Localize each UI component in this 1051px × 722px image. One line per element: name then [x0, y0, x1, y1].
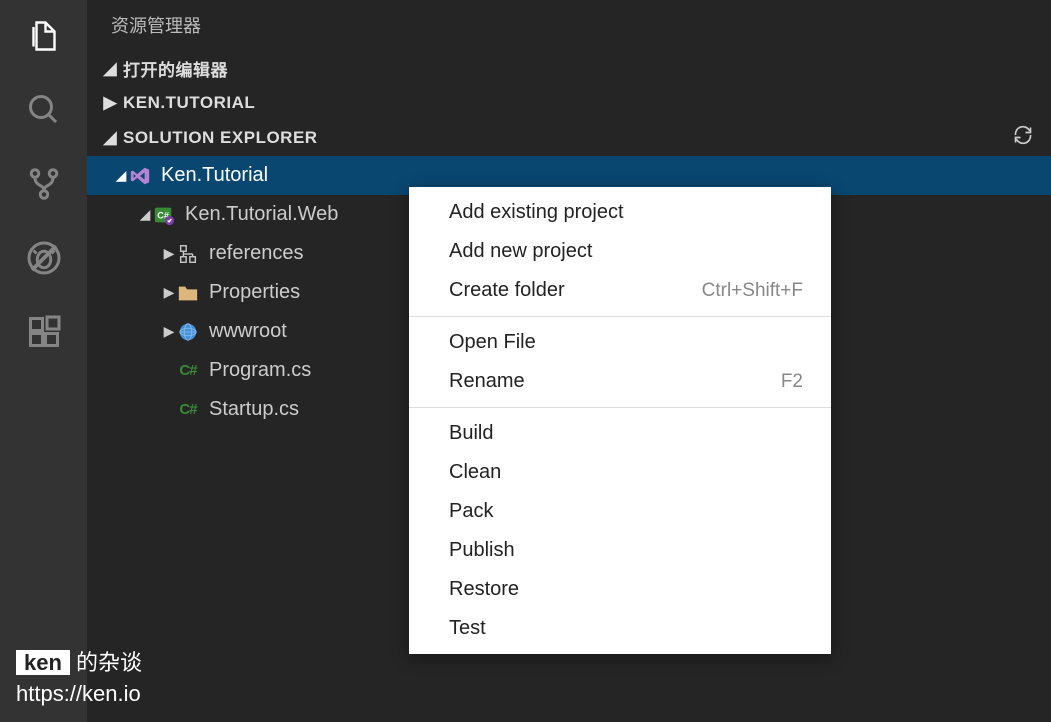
solution-label: Ken.Tutorial [161, 164, 268, 187]
menu-shortcut: Ctrl+Shift+F [702, 280, 803, 302]
chevron-down-icon: ◢ [101, 128, 119, 148]
menu-label: Add existing project [449, 201, 624, 224]
section-open-editors[interactable]: ◢ 打开的编辑器 [87, 50, 1051, 87]
activity-bar [0, 0, 87, 722]
project-root-label: KEN.TUTORIAL [123, 93, 1041, 113]
program-cs-label: Program.cs [209, 359, 311, 382]
wwwroot-label: wwwroot [209, 320, 287, 343]
menu-label: Open File [449, 331, 536, 354]
menu-label: Add new project [449, 240, 592, 263]
references-label: references [209, 242, 304, 265]
menu-label: Test [449, 617, 486, 640]
menu-add-existing-project[interactable]: Add existing project [409, 193, 831, 232]
explorer-icon[interactable] [26, 18, 62, 54]
debug-icon[interactable] [26, 240, 62, 276]
refresh-icon[interactable] [1013, 125, 1033, 150]
context-menu: Add existing project Add new project Cre… [409, 187, 831, 654]
menu-shortcut: F2 [781, 371, 803, 393]
menu-label: Clean [449, 461, 501, 484]
menu-rename[interactable]: Rename F2 [409, 362, 831, 401]
menu-create-folder[interactable]: Create folder Ctrl+Shift+F [409, 271, 831, 310]
properties-label: Properties [209, 281, 300, 304]
chevron-right-icon: ▶ [161, 245, 177, 262]
project-label: Ken.Tutorial.Web [185, 203, 338, 226]
open-editors-label: 打开的编辑器 [123, 56, 1041, 81]
solution-explorer-label: SOLUTION EXPLORER [123, 128, 1013, 148]
watermark: ken 的杂谈 https://ken.io [16, 648, 142, 710]
watermark-tagline: 的杂谈 [76, 650, 142, 675]
chevron-down-icon: ◢ [101, 59, 119, 79]
search-icon[interactable] [26, 92, 62, 128]
section-project-root[interactable]: ▶ KEN.TUTORIAL [87, 87, 1051, 119]
menu-label: Create folder [449, 279, 565, 302]
chevron-right-icon: ▶ [161, 284, 177, 301]
section-solution-explorer[interactable]: ◢ SOLUTION EXPLORER [87, 119, 1051, 156]
globe-folder-icon [177, 321, 199, 343]
startup-cs-label: Startup.cs [209, 398, 299, 421]
sidebar-title: 资源管理器 [87, 0, 1051, 50]
menu-label: Build [449, 422, 493, 445]
references-icon [177, 243, 199, 265]
menu-restore[interactable]: Restore [409, 570, 831, 609]
menu-separator [409, 407, 831, 408]
menu-test[interactable]: Test [409, 609, 831, 648]
menu-pack[interactable]: Pack [409, 492, 831, 531]
menu-clean[interactable]: Clean [409, 453, 831, 492]
menu-build[interactable]: Build [409, 414, 831, 453]
csproj-icon: C# [153, 204, 175, 226]
menu-label: Publish [449, 539, 515, 562]
menu-separator [409, 316, 831, 317]
csharp-file-icon: C# [177, 399, 199, 421]
menu-label: Restore [449, 578, 519, 601]
menu-open-file[interactable]: Open File [409, 323, 831, 362]
chevron-down-icon: ◢ [113, 167, 129, 184]
chevron-right-icon: ▶ [101, 93, 119, 113]
extensions-icon[interactable] [26, 314, 62, 350]
menu-label: Pack [449, 500, 493, 523]
folder-icon [177, 282, 199, 304]
csharp-file-icon: C# [177, 360, 199, 382]
chevron-right-icon: ▶ [161, 323, 177, 340]
menu-publish[interactable]: Publish [409, 531, 831, 570]
chevron-down-icon: ◢ [137, 206, 153, 223]
visual-studio-icon [129, 165, 151, 187]
watermark-url: https://ken.io [16, 679, 142, 710]
source-control-icon[interactable] [26, 166, 62, 202]
menu-add-new-project[interactable]: Add new project [409, 232, 831, 271]
menu-label: Rename [449, 370, 525, 393]
watermark-name: ken [16, 650, 70, 675]
